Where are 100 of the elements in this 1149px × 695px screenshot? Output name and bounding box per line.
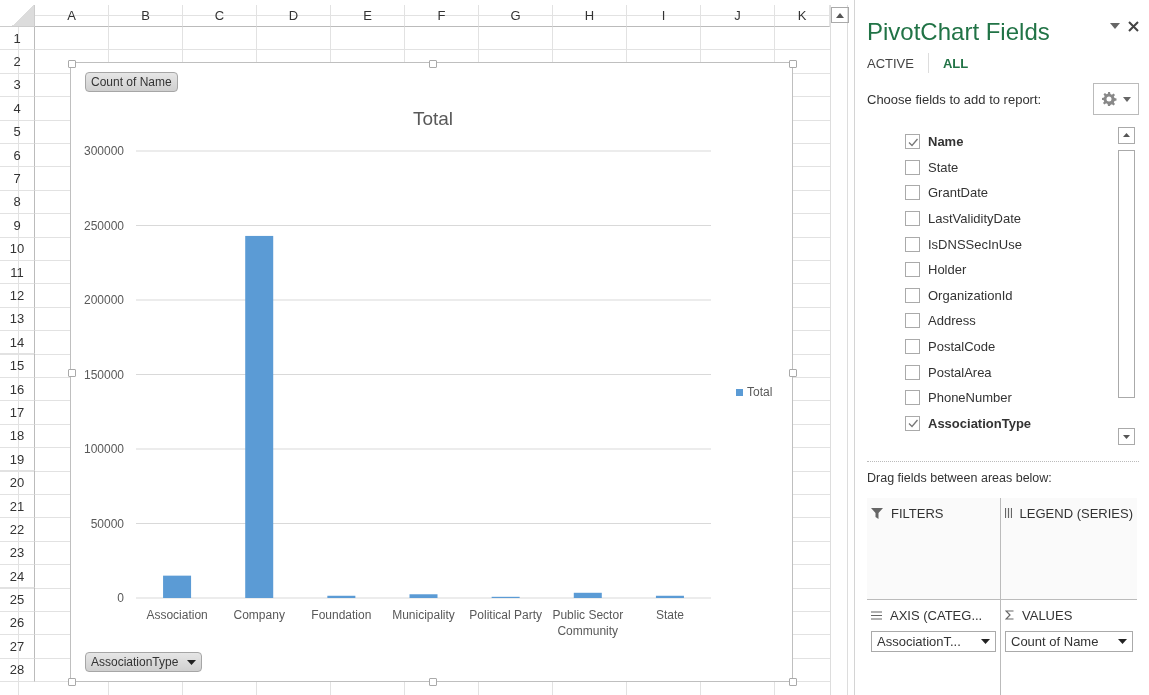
- field-name[interactable]: Name: [928, 134, 964, 150]
- panel-tab[interactable]: ALL: [942, 55, 969, 71]
- field-checkbox[interactable]: [905, 287, 920, 303]
- column-header[interactable]: A: [35, 5, 109, 27]
- field-name[interactable]: GrantDate: [928, 185, 988, 201]
- field-checkbox[interactable]: [905, 364, 920, 380]
- field-checkbox[interactable]: [905, 339, 920, 355]
- resize-handle[interactable]: [68, 678, 76, 686]
- drop-area[interactable]: AXIS (CATEG... AssociationT...: [867, 600, 1001, 695]
- field-checkbox[interactable]: [905, 415, 920, 431]
- category-label: Municipality: [392, 608, 455, 622]
- field-name[interactable]: State: [928, 159, 959, 175]
- field-pill[interactable]: Count of Name: [1005, 631, 1133, 652]
- field-name[interactable]: OrganizationId: [928, 287, 1013, 303]
- resize-handle[interactable]: [68, 369, 76, 377]
- row-header[interactable]: 6: [0, 143, 35, 168]
- row-header[interactable]: 3: [0, 73, 35, 98]
- row-header[interactable]: 16: [0, 377, 35, 402]
- scroll-down-icon[interactable]: [1118, 428, 1135, 445]
- row-header[interactable]: 13: [0, 307, 35, 332]
- row-header[interactable]: 1: [0, 27, 35, 51]
- row-header[interactable]: 18: [0, 424, 35, 449]
- axis-tick-label: 50000: [90, 516, 124, 531]
- field-checkbox[interactable]: [905, 236, 920, 252]
- field-pill[interactable]: AssociationT...: [871, 631, 996, 652]
- field-name[interactable]: Address: [928, 313, 976, 329]
- row-header[interactable]: 25: [0, 588, 35, 612]
- resize-handle[interactable]: [789, 60, 797, 68]
- resize-handle[interactable]: [429, 60, 437, 68]
- field-checkbox[interactable]: [905, 159, 920, 175]
- field-name[interactable]: PostalCode: [928, 339, 996, 355]
- column-header[interactable]: G: [479, 5, 553, 27]
- row-header[interactable]: 20: [0, 471, 35, 495]
- resize-handle[interactable]: [789, 369, 797, 377]
- field-checkbox[interactable]: [905, 313, 920, 329]
- close-icon[interactable]: [1128, 20, 1139, 32]
- axis-field-button[interactable]: AssociationType: [85, 652, 203, 672]
- vertical-scrollbar[interactable]: [830, 5, 848, 695]
- select-all-corner[interactable]: [0, 5, 35, 27]
- gear-icon: [1101, 91, 1117, 107]
- row-header[interactable]: 27: [0, 635, 35, 659]
- column-header[interactable]: D: [257, 5, 331, 27]
- field-checkbox[interactable]: [905, 390, 920, 406]
- field-checkbox[interactable]: [905, 185, 920, 201]
- scroll-thumb[interactable]: [1118, 150, 1135, 398]
- field-checkbox[interactable]: [905, 211, 920, 227]
- field-checkbox[interactable]: [905, 134, 920, 150]
- row-header[interactable]: 4: [0, 97, 35, 121]
- row-header[interactable]: 21: [0, 494, 35, 519]
- row-header[interactable]: 2: [0, 50, 35, 74]
- row-header[interactable]: 11: [0, 260, 35, 285]
- sigma-icon: [1005, 610, 1014, 620]
- area-label: LEGEND (SERIES): [1019, 505, 1133, 521]
- row-header[interactable]: 5: [0, 120, 35, 144]
- drop-area[interactable]: VALUES Count of Name: [1001, 600, 1137, 695]
- field-name[interactable]: LastValidityDate: [928, 211, 1021, 227]
- list-scrollbar[interactable]: [1117, 127, 1136, 445]
- row-header[interactable]: 17: [0, 401, 35, 425]
- row-header[interactable]: 23: [0, 541, 35, 565]
- area-label: AXIS (CATEG...: [890, 607, 983, 623]
- column-header[interactable]: B: [109, 5, 183, 27]
- resize-handle[interactable]: [68, 60, 76, 68]
- instruction-text: Drag fields between areas below:: [867, 471, 1053, 485]
- rows-icon: [871, 610, 882, 620]
- field-name[interactable]: PhoneNumber: [928, 390, 1012, 406]
- column-header[interactable]: C: [183, 5, 257, 27]
- column-header[interactable]: F: [405, 5, 479, 27]
- column-header[interactable]: E: [331, 5, 405, 27]
- category-label: Political Party: [469, 608, 542, 622]
- row-header[interactable]: 12: [0, 284, 35, 308]
- panel-tab[interactable]: ACTIVE: [867, 55, 914, 71]
- field-name[interactable]: IsDNSSecInUse: [928, 236, 1022, 252]
- row-header[interactable]: 7: [0, 167, 35, 191]
- caret-icon: [1118, 639, 1127, 644]
- dropdown-icon[interactable]: [1110, 23, 1120, 29]
- scroll-up-icon[interactable]: [1118, 127, 1135, 144]
- drop-area[interactable]: LEGEND (SERIES): [1001, 498, 1137, 600]
- row-header[interactable]: 26: [0, 611, 35, 636]
- resize-handle[interactable]: [429, 678, 437, 686]
- resize-handle[interactable]: [789, 678, 797, 686]
- field-name[interactable]: AssociationType: [928, 415, 1032, 431]
- row-header[interactable]: 28: [0, 658, 35, 682]
- drop-area[interactable]: FILTERS: [867, 498, 1001, 600]
- field-name[interactable]: PostalArea: [928, 364, 992, 380]
- row-header[interactable]: 9: [0, 214, 35, 238]
- field-checkbox[interactable]: [905, 262, 920, 278]
- column-header[interactable]: J: [701, 5, 775, 27]
- row-header[interactable]: 14: [0, 331, 35, 355]
- row-header[interactable]: 8: [0, 190, 35, 215]
- row-header[interactable]: 15: [0, 354, 35, 378]
- column-header[interactable]: I: [627, 5, 701, 27]
- field-name[interactable]: Holder: [928, 262, 967, 278]
- scroll-up-icon[interactable]: [831, 7, 849, 23]
- row-header[interactable]: 10: [0, 237, 35, 261]
- row-header[interactable]: 19: [0, 448, 35, 472]
- tools-button[interactable]: [1093, 83, 1139, 115]
- value-field-button[interactable]: Count of Name: [85, 72, 178, 92]
- row-header[interactable]: 22: [0, 518, 35, 542]
- row-header[interactable]: 24: [0, 565, 35, 589]
- column-header[interactable]: H: [553, 5, 627, 27]
